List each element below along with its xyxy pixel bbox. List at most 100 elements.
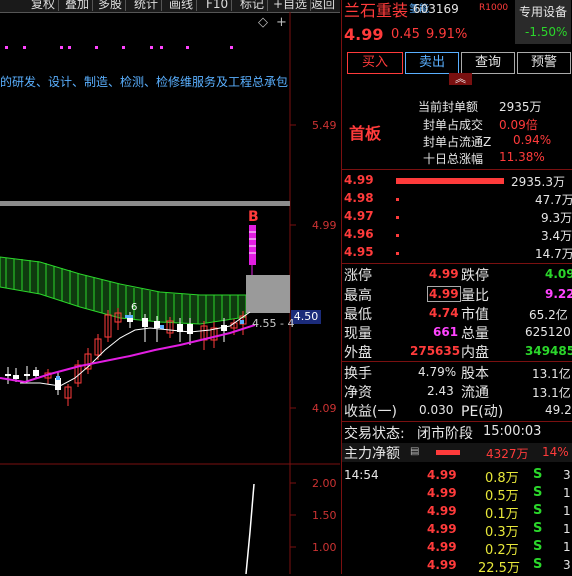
- tick-count: 1: [563, 522, 571, 536]
- limit-row-value-2: 0.09倍: [499, 118, 538, 132]
- tick-count: 3: [563, 558, 571, 572]
- tick-side: S: [533, 539, 543, 554]
- plus-icon[interactable]: +: [276, 15, 287, 30]
- stat-value: 2.43: [427, 384, 454, 398]
- stat-label: 量比: [461, 288, 489, 304]
- last-price: 4.99: [344, 25, 384, 44]
- toolbar-back[interactable]: 返回: [308, 0, 338, 11]
- stat-label: 换手: [344, 366, 372, 382]
- stat-label: 最低: [344, 307, 372, 323]
- price-change-pct: 9.91%: [426, 27, 468, 42]
- order-price: 4.99: [344, 173, 374, 187]
- stat-value: 275635: [410, 344, 461, 358]
- collapse-chevron-icon[interactable]: ︽: [449, 73, 472, 85]
- net-flow-pct: 14%: [542, 445, 569, 459]
- toolbar-draw[interactable]: 画线: [166, 0, 198, 11]
- toolbar-restore-rights[interactable]: 复权: [28, 0, 60, 11]
- stat-label: 总量: [461, 326, 489, 342]
- stat-label: 内盘: [461, 345, 489, 361]
- tick-volume: 22.5万: [478, 561, 520, 576]
- order-price: 4.98: [344, 191, 374, 205]
- order-volume: 47.7万: [535, 193, 572, 207]
- sector-box[interactable]: 专用设备 -1.50%: [515, 0, 571, 44]
- tick-side: S: [533, 467, 543, 482]
- order-price: 4.97: [344, 209, 374, 223]
- stat-label: 最高: [344, 288, 372, 304]
- tick-volume: 0.1万: [485, 507, 519, 522]
- stock-name: 兰石重装: [344, 1, 409, 20]
- signal-dot-row: [5, 46, 233, 49]
- stat-value: 49.2: [545, 403, 572, 417]
- price-label-1: 5.49: [312, 119, 337, 132]
- indicator-label-2: 1.50: [312, 509, 337, 522]
- buy-signal-letter: B: [248, 209, 259, 225]
- order-volume: 9.3万: [541, 211, 572, 225]
- tick-volume: 0.2万: [485, 543, 519, 558]
- limit-badge: 首板: [349, 124, 382, 143]
- query-button[interactable]: 查询: [461, 52, 515, 74]
- diamond-icon[interactable]: ◇: [258, 15, 268, 30]
- price-label-2: 4.99: [312, 219, 337, 232]
- stat-label: 外盘: [344, 345, 372, 361]
- stat-value: 0.030: [419, 403, 454, 417]
- tick-count: 1: [563, 486, 571, 500]
- range-note: 4.55 - 4: [252, 317, 295, 330]
- stat-value: 13.1亿: [532, 367, 571, 381]
- tick-price: 4.99: [427, 486, 457, 500]
- net-flow-gauge: [436, 450, 460, 455]
- order-price: 4.96: [344, 227, 374, 241]
- buy-button[interactable]: 买入: [347, 52, 403, 74]
- trade-status-label: 交易状态:: [344, 426, 405, 442]
- sell-button[interactable]: 卖出: [405, 52, 459, 74]
- sector-change: -1.50%: [525, 25, 568, 39]
- tick-time: 14:54: [344, 468, 379, 482]
- toolbar-multi-stock[interactable]: 多股: [95, 0, 127, 11]
- tick-price: 4.99: [427, 468, 457, 482]
- stat-label: PE(动): [461, 404, 504, 420]
- trade-status-value: 闭市阶段: [417, 426, 473, 442]
- stat-label: 净资: [344, 385, 372, 401]
- stat-value: 4.99: [427, 286, 461, 302]
- tick-side: S: [533, 521, 543, 536]
- limit-row-label-2: 封单占成交: [423, 118, 484, 132]
- toolbar-overlay[interactable]: 叠加: [62, 0, 94, 11]
- order-price: 4.95: [344, 245, 374, 259]
- order-volume: 3.4万: [541, 229, 572, 243]
- candle-marker-text: 6: [131, 302, 137, 313]
- order-volume: 14.7万: [535, 247, 572, 261]
- stat-label: 股本: [461, 366, 489, 382]
- order-volume-bar: [396, 178, 504, 184]
- tick-count: 1: [563, 504, 571, 518]
- limit-row-value-3: 0.94%: [513, 133, 552, 147]
- indicator-label-1: 2.00: [312, 477, 337, 490]
- tick-price: 4.99: [427, 540, 457, 554]
- tick-side: S: [533, 503, 543, 518]
- net-flow-bar[interactable]: 主力净额 ▤ 4327万 14%: [342, 443, 572, 462]
- stat-label: 流通: [461, 385, 489, 401]
- list-icon[interactable]: ▤: [410, 446, 419, 457]
- buy-signal-bar: [249, 225, 256, 265]
- alert-button[interactable]: 预警: [517, 52, 571, 74]
- current-price-tag: 4.50: [291, 310, 321, 324]
- tick-side: S: [533, 557, 543, 572]
- green-cloud: [0, 256, 247, 325]
- net-flow-value: 4327万: [486, 447, 529, 461]
- kline-chart[interactable]: B 6: [0, 12, 340, 574]
- stat-value: 661: [433, 325, 459, 339]
- toolbar-mark[interactable]: 标记: [237, 0, 269, 11]
- limit-row-value-4: 11.38%: [499, 150, 545, 164]
- ma-white-line: [20, 311, 251, 387]
- toolbar-f10[interactable]: F10: [203, 0, 233, 11]
- tick-volume: 0.3万: [485, 525, 519, 540]
- limit-row-label-4: 十日总涨幅: [423, 152, 484, 166]
- trade-status-time: 15:00:03: [483, 424, 542, 439]
- price-label-4: 4.09: [312, 402, 337, 415]
- order-volume: 2935.3万: [511, 175, 565, 189]
- stock-code: 603169: [413, 2, 459, 16]
- limit-row-value-1: 2935万: [499, 100, 542, 114]
- toolbar-add-watchlist[interactable]: +自选: [270, 0, 312, 11]
- stat-value: 13.1亿: [532, 386, 571, 400]
- limit-row-label-3: 封单占流通Z: [423, 135, 492, 149]
- stat-value: 9.22: [545, 287, 572, 301]
- toolbar-statistics[interactable]: 统计: [131, 0, 163, 11]
